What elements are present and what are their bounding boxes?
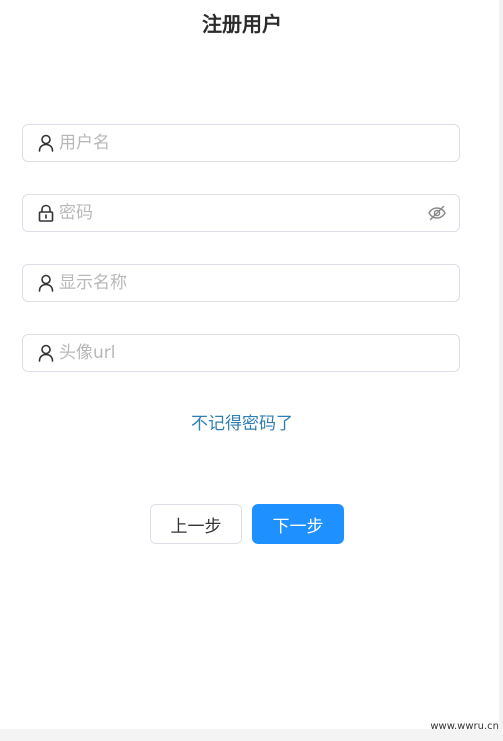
forgot-password-link[interactable]: 不记得密码了 <box>0 412 484 436</box>
avatar-url-field[interactable] <box>22 334 460 372</box>
edge-shadow-bottom <box>0 729 503 741</box>
watermark: www.wwru.cn <box>430 721 499 732</box>
username-input[interactable] <box>59 128 459 158</box>
password-field[interactable] <box>22 194 460 232</box>
prev-step-button[interactable]: 上一步 <box>150 504 242 544</box>
next-step-button[interactable]: 下一步 <box>252 504 344 544</box>
username-field[interactable] <box>22 124 460 162</box>
edge-shadow-right <box>499 0 503 741</box>
register-page: 注册用户 用户名 显示名称 头像url 不记得密码了 上一步 下一步 www.w… <box>0 0 503 741</box>
user-icon <box>37 274 55 292</box>
user-icon <box>37 344 55 362</box>
password-input[interactable] <box>59 198 427 228</box>
user-icon <box>37 134 55 152</box>
display-name-field[interactable] <box>22 264 460 302</box>
lock-icon <box>37 204 55 222</box>
eye-hidden-icon[interactable] <box>427 203 447 223</box>
avatar-url-input[interactable] <box>59 338 459 368</box>
page-title: 注册用户 <box>202 12 282 36</box>
display-name-input[interactable] <box>59 268 459 298</box>
